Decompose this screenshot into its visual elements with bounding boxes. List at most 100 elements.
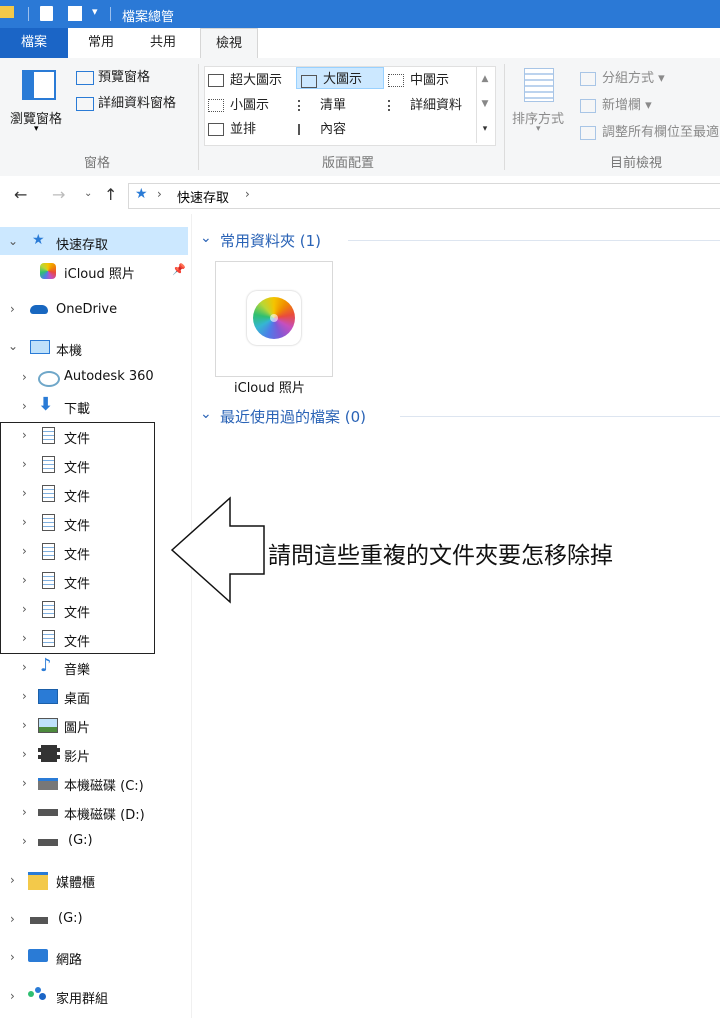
- nav-item-autodesk[interactable]: Autodesk 360: [64, 369, 154, 384]
- nav-item-drive-d[interactable]: 本機磁碟 (D:): [64, 804, 145, 823]
- chevron-right-icon[interactable]: ›: [22, 486, 27, 500]
- chevron-right-icon[interactable]: ›: [22, 602, 27, 616]
- nav-item-documents[interactable]: › 文件: [0, 624, 150, 653]
- nav-item-pictures[interactable]: 圖片: [64, 717, 90, 736]
- properties-icon[interactable]: [40, 6, 53, 21]
- chevron-right-icon[interactable]: ›: [22, 776, 27, 790]
- group-by-button[interactable]: 分組方式 ▾: [580, 67, 665, 86]
- layout-list[interactable]: 清單: [298, 94, 346, 113]
- document-icon: [42, 543, 55, 560]
- chevron-right-icon[interactable]: ›: [22, 428, 27, 442]
- address-box[interactable]: ★ › 快速存取 ›: [128, 183, 720, 209]
- nav-item-onedrive[interactable]: OneDrive: [56, 302, 117, 317]
- size-columns-button[interactable]: 調整所有欄位至最適: [580, 121, 719, 140]
- nav-item-homegroup[interactable]: 家用群組: [56, 988, 108, 1007]
- layout-medium-icons[interactable]: 中圖示: [388, 69, 449, 88]
- frequent-folders-header[interactable]: ⌄ 常用資料夾 (1): [200, 230, 720, 252]
- layout-extra-large-icons[interactable]: 超大圖示: [208, 69, 282, 88]
- back-button[interactable]: ←: [14, 185, 27, 204]
- add-columns-button[interactable]: 新增欄 ▾: [580, 94, 652, 113]
- chevron-right-icon[interactable]: ›: [10, 950, 15, 964]
- tab-home[interactable]: 常用: [76, 28, 126, 58]
- layout-small-icons[interactable]: 小圖示: [208, 94, 269, 113]
- address-path[interactable]: 快速存取: [177, 187, 229, 206]
- nav-label: 文件: [64, 519, 91, 534]
- document-icon: [42, 601, 55, 618]
- chevron-right-icon[interactable]: ›: [22, 718, 27, 732]
- icloud-photos-tile-label: iCloud 照片: [234, 381, 305, 396]
- customize-toolbar-icon[interactable]: ▾: [92, 5, 98, 18]
- nav-item-media-library[interactable]: 媒體櫃: [56, 872, 95, 891]
- nav-item-network[interactable]: 網路: [56, 949, 82, 968]
- preview-pane-button[interactable]: 預覽窗格: [76, 66, 150, 85]
- layout-large-icons[interactable]: 大圖示: [296, 67, 384, 89]
- layout-details[interactable]: 詳細資料: [388, 94, 462, 113]
- nav-item-videos[interactable]: 影片: [64, 746, 90, 765]
- recent-locations-button[interactable]: ⌄: [84, 188, 92, 199]
- chevron-right-icon[interactable]: ›: [22, 660, 27, 674]
- nav-item-this-pc[interactable]: 本機: [56, 340, 82, 359]
- chevron-right-icon[interactable]: ›: [22, 544, 27, 558]
- document-icon: [42, 630, 55, 647]
- nav-item-drive-g[interactable]: (G:): [68, 833, 93, 848]
- sort-by-button[interactable]: 排序方式 ▾: [510, 66, 572, 136]
- preview-pane-label: 預覽窗格: [98, 70, 151, 85]
- network-icon: [28, 949, 48, 962]
- nav-item-desktop[interactable]: 桌面: [64, 688, 90, 707]
- chevron-right-icon[interactable]: ›: [22, 399, 27, 413]
- chevron-right-icon[interactable]: ›: [22, 457, 27, 471]
- chevron-right-icon[interactable]: ›: [22, 515, 27, 529]
- chevron-right-icon[interactable]: ›: [22, 370, 27, 384]
- icloud-photos-tile[interactable]: [215, 261, 333, 377]
- chevron-right-icon[interactable]: ›: [22, 747, 27, 761]
- chevron-right-icon[interactable]: ›: [10, 912, 15, 926]
- computer-icon: [30, 340, 50, 354]
- nav-label: 文件: [64, 635, 91, 650]
- nav-item-music[interactable]: 音樂: [64, 659, 90, 678]
- layout-label: 中圖示: [410, 73, 450, 88]
- nav-item-documents[interactable]: › 文件: [0, 537, 150, 566]
- tab-view[interactable]: 檢視: [200, 28, 258, 60]
- up-button[interactable]: ↑: [104, 185, 117, 204]
- chevron-down-icon[interactable]: ⌄: [8, 234, 18, 248]
- chevron-right-icon[interactable]: ›: [10, 873, 15, 887]
- nav-item-drive-c[interactable]: 本機磁碟 (C:): [64, 775, 144, 794]
- nav-item-drive-g-2[interactable]: (G:): [58, 911, 83, 926]
- ribbon-tabs: 檔案 常用 共用 檢視: [0, 28, 720, 60]
- chevron-right-icon[interactable]: ›: [22, 573, 27, 587]
- nav-item-documents[interactable]: › 文件: [0, 595, 150, 624]
- layout-label: 小圖示: [230, 98, 270, 113]
- separator: [110, 7, 111, 21]
- chevron-right-icon[interactable]: ›: [22, 834, 27, 848]
- layout-label: 詳細資料: [410, 98, 463, 113]
- divider: [400, 416, 720, 417]
- forward-button[interactable]: →: [52, 185, 65, 204]
- tab-share[interactable]: 共用: [138, 28, 188, 58]
- nav-item-documents[interactable]: › 文件: [0, 421, 150, 450]
- chevron-right-icon[interactable]: ›: [10, 302, 15, 316]
- large-icons-icon: [301, 74, 317, 88]
- nav-item-documents[interactable]: › 文件: [0, 450, 150, 479]
- details-pane-label: 詳細資料窗格: [98, 96, 177, 111]
- nav-item-downloads[interactable]: 下載: [64, 398, 90, 417]
- tab-file[interactable]: 檔案: [0, 28, 68, 58]
- homegroup-icon: [28, 987, 48, 1001]
- details-pane-button[interactable]: 詳細資料窗格: [76, 92, 176, 111]
- pin-icon[interactable]: 📌: [172, 263, 186, 276]
- chevron-down-icon[interactable]: ⌄: [8, 339, 18, 353]
- chevron-right-icon[interactable]: ›: [22, 631, 27, 645]
- nav-item-documents[interactable]: › 文件: [0, 566, 150, 595]
- nav-label: 文件: [64, 548, 91, 563]
- nav-item-documents[interactable]: › 文件: [0, 479, 150, 508]
- new-folder-icon[interactable]: [68, 6, 82, 21]
- layout-tiles[interactable]: 並排: [208, 118, 256, 137]
- navigation-pane-button[interactable]: 瀏覽窗格 ▾: [6, 66, 70, 136]
- gallery-scrollbar[interactable]: ▲ ▼ ▾: [476, 67, 493, 143]
- chevron-right-icon[interactable]: ›: [10, 989, 15, 1003]
- chevron-right-icon[interactable]: ›: [22, 689, 27, 703]
- folder-icon: [0, 6, 14, 18]
- recent-files-header[interactable]: ⌄ 最近使用過的檔案 (0): [200, 406, 720, 428]
- chevron-right-icon[interactable]: ›: [22, 805, 27, 819]
- nav-item-documents[interactable]: › 文件: [0, 508, 150, 537]
- layout-content[interactable]: 內容: [298, 118, 346, 137]
